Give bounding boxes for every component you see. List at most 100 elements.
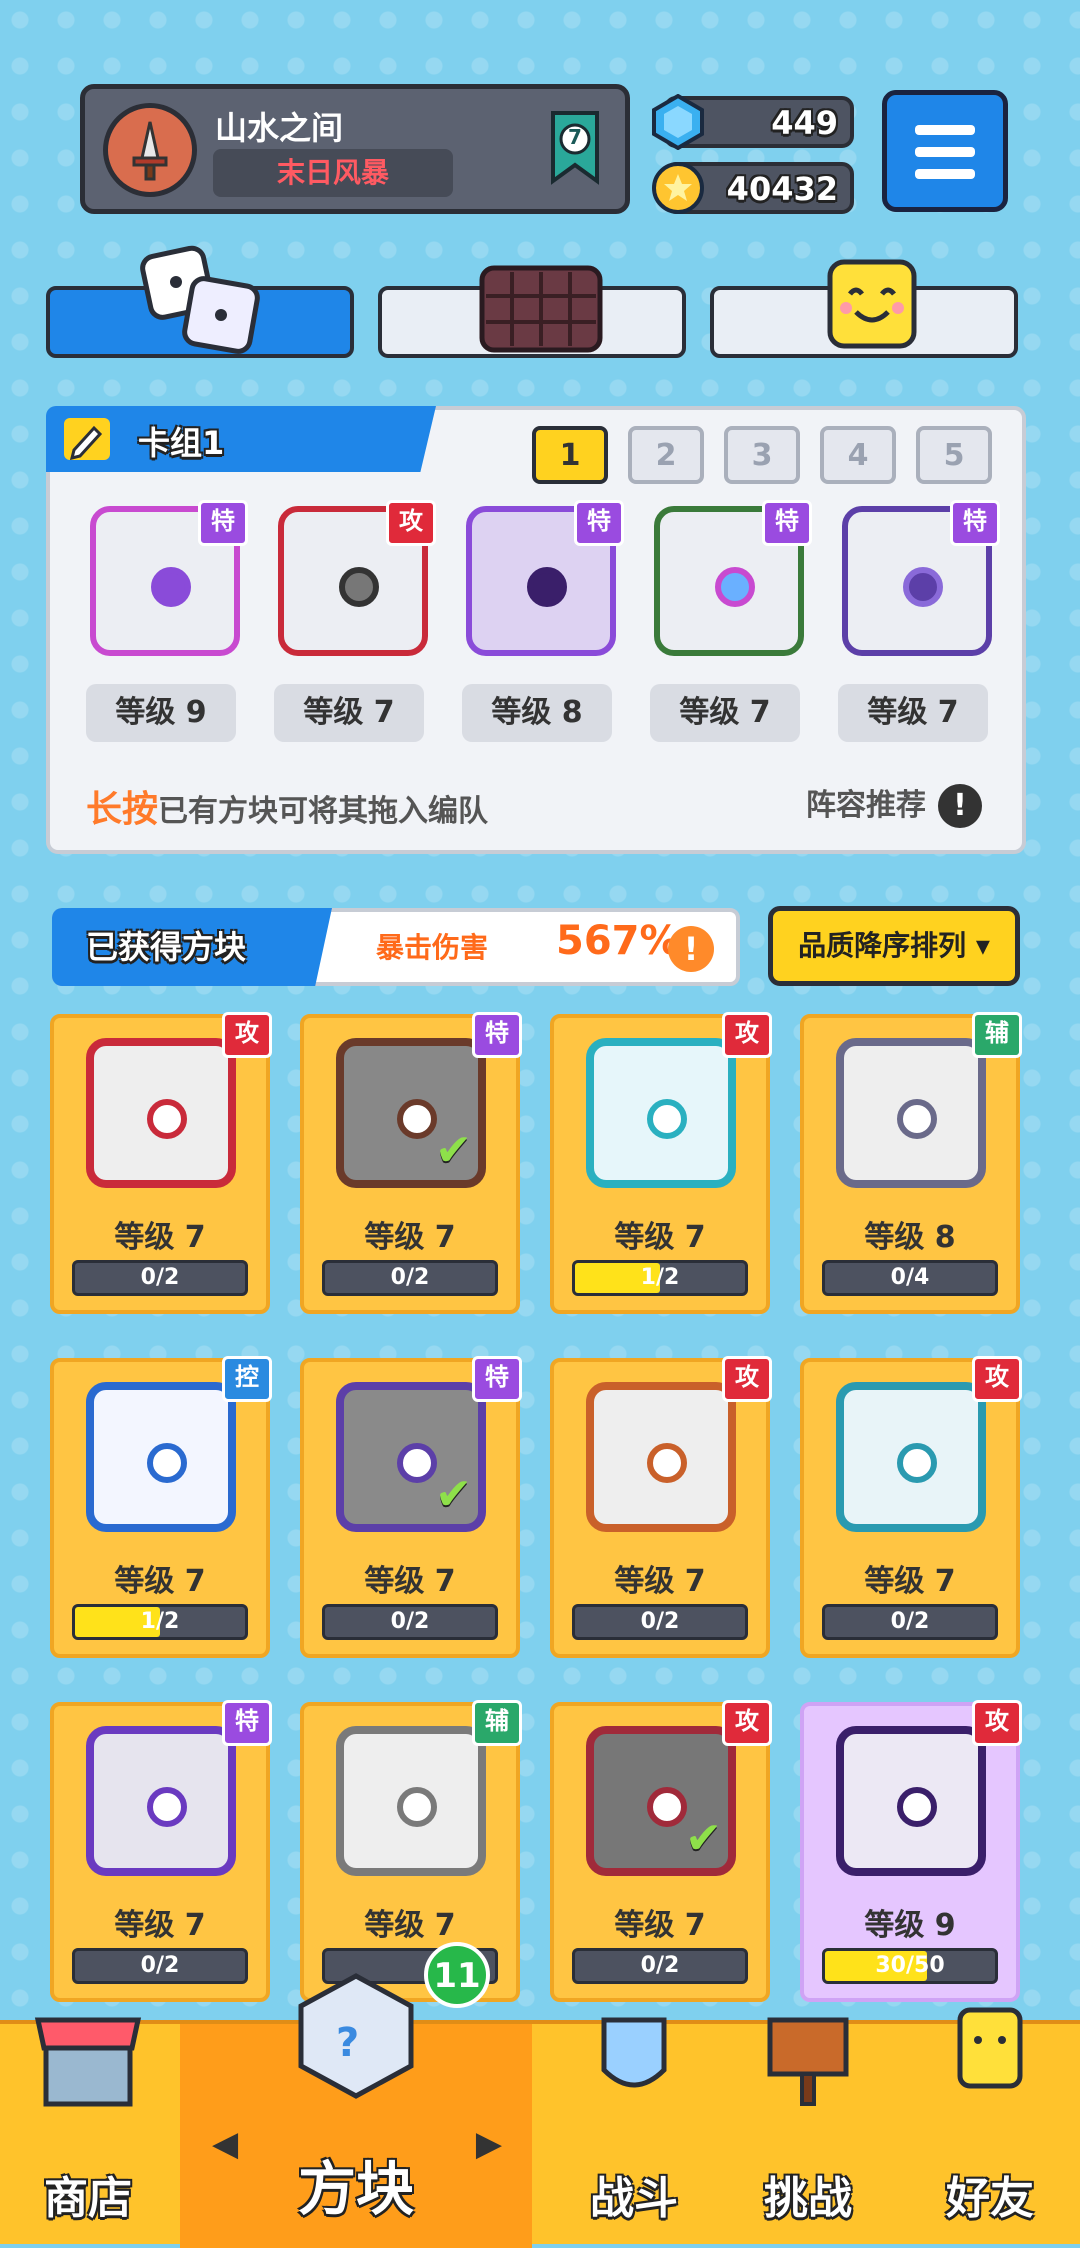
menu-button[interactable] — [882, 90, 1008, 212]
type-badge: 攻 — [722, 1700, 772, 1746]
block-core-icon — [147, 1099, 187, 1139]
type-badge: 特 — [222, 1700, 272, 1746]
crit-info-icon[interactable]: ! — [668, 926, 714, 972]
nav-blocks-label: 方块 — [297, 2155, 414, 2223]
nav-shop[interactable]: 商店 — [0, 2017, 176, 2248]
progress-text: 0/2 — [140, 1265, 180, 1290]
deck-slot-1[interactable]: 特 — [90, 500, 248, 656]
block-core-icon — [397, 1787, 437, 1827]
type-badge: 特 — [472, 1356, 522, 1402]
nav-friends[interactable]: 好友 — [900, 2007, 1080, 2248]
upgrade-progress-bar: 1/2 — [572, 1260, 748, 1296]
nav-battle[interactable]: 战斗 — [548, 2017, 720, 2248]
deck-tab-1[interactable]: 1 — [532, 426, 608, 484]
upgrade-progress-bar: 0/2 — [572, 1948, 748, 1984]
block-card-11[interactable]: ✔ 攻 等级 7 0/2 — [550, 1700, 772, 2002]
progress-text: 0/2 — [640, 1609, 680, 1634]
block-card-12[interactable]: 攻 等级 9 30/50 — [800, 1700, 1022, 2002]
block-card-9[interactable]: 特 等级 7 0/2 — [50, 1700, 272, 2002]
block-core-icon — [147, 1443, 187, 1483]
svg-text:?: ? — [336, 2020, 359, 2066]
rank-ribbon-icon[interactable]: 7 — [547, 109, 603, 187]
block-core-icon — [647, 1443, 687, 1483]
block-card-6[interactable]: ✔ 特 等级 7 0/2 — [300, 1356, 522, 1658]
type-badge: 特 — [762, 500, 812, 546]
type-badge: 辅 — [472, 1700, 522, 1746]
shop-icon — [34, 2017, 142, 2107]
tab-emoji[interactable] — [710, 259, 1018, 358]
nav-challenge-label: 挑战 — [764, 2173, 852, 2224]
block-card-7[interactable]: 攻 等级 7 0/2 — [550, 1356, 772, 1658]
coin-counter: 40432 — [652, 162, 854, 214]
block-card-5[interactable]: 控 等级 7 1/2 — [50, 1356, 272, 1658]
block-level: 等级 9 — [864, 1908, 956, 1943]
deck-slot-4[interactable]: 特 — [654, 500, 812, 656]
owned-header: 已获得方块 暴击伤害 567% ! — [52, 908, 740, 986]
upgrade-progress-bar: 0/4 — [822, 1260, 998, 1296]
gem-counter: 449 — [652, 94, 854, 150]
deck-slot-2[interactable]: 攻 — [278, 500, 436, 656]
type-badge: 控 — [222, 1356, 272, 1402]
upgrade-progress-bar: 1/2 — [72, 1604, 248, 1640]
deck-slot-5[interactable]: 特 — [842, 500, 1000, 656]
deck-tab-4[interactable]: 4 — [820, 426, 896, 484]
grid-board-icon — [479, 265, 603, 353]
block-core-icon — [397, 1443, 437, 1483]
player-profile-panel[interactable]: 山水之间 末日风暴 7 — [80, 84, 630, 214]
block-icon — [336, 1726, 486, 1876]
nav-battle-label: 战斗 — [590, 2173, 678, 2224]
block-icon: ✔ — [336, 1382, 486, 1532]
block-card-2[interactable]: ✔ 特 等级 7 0/2 — [300, 1012, 522, 1314]
deck-tab-2[interactable]: 2 — [628, 426, 704, 484]
block-level: 等级 7 — [114, 1220, 206, 1255]
crit-label: 暴击伤害 — [376, 931, 489, 964]
block-core-icon — [647, 1787, 687, 1827]
block-icon: ✔ — [586, 1726, 736, 1876]
mystery-cube-icon: ? — [298, 1973, 414, 2099]
block-card-10[interactable]: 辅 等级 7 — [300, 1700, 522, 2002]
crit-value: 567% — [556, 918, 680, 964]
block-icon: ✔ — [336, 1038, 486, 1188]
dice-icon — [140, 245, 260, 354]
sword-icon — [132, 121, 168, 181]
player-title: 末日风暴 — [213, 149, 453, 197]
block-card-3[interactable]: 攻 等级 7 1/2 — [550, 1012, 772, 1314]
sort-dropdown[interactable]: 品质降序排列 ▾ — [768, 906, 1020, 986]
progress-text: 0/2 — [140, 1953, 180, 1978]
type-badge: 特 — [950, 500, 1000, 546]
upgrade-progress-bar: 0/2 — [322, 1260, 498, 1296]
deck-slot-5-level: 等级 7 — [838, 684, 988, 742]
progress-text: 0/4 — [890, 1265, 930, 1290]
block-level: 等级 7 — [114, 1908, 206, 1943]
rainbow-orb-icon — [151, 567, 191, 607]
deck-header: 卡组1 — [46, 406, 436, 472]
block-card-1[interactable]: 攻 等级 7 0/2 — [50, 1012, 272, 1314]
upgrade-progress-bar: 0/2 — [322, 1604, 498, 1640]
edit-pencil-icon[interactable] — [64, 418, 110, 461]
block-card-4[interactable]: 辅 等级 8 0/4 — [800, 1012, 1022, 1314]
owned-label: 已获得方块 — [86, 928, 247, 966]
upgrade-progress-bar: 0/2 — [72, 1948, 248, 1984]
gem-icon — [652, 94, 704, 150]
deck-slot-3[interactable]: 特 — [466, 500, 624, 656]
tab-board[interactable] — [378, 265, 686, 358]
lineup-recommend-button[interactable]: 阵容推荐! — [806, 780, 982, 828]
type-badge: 特 — [574, 500, 624, 546]
progress-text: 1/2 — [140, 1609, 180, 1634]
nav-blocks[interactable]: ? ◀ ▶ 方块 — [180, 1973, 532, 2248]
deck-tab-5[interactable]: 5 — [916, 426, 992, 484]
tab-dice[interactable] — [46, 245, 354, 358]
deck-tab-3[interactable]: 3 — [724, 426, 800, 484]
block-card-8[interactable]: 攻 等级 7 0/2 — [800, 1356, 1022, 1658]
equipped-check-icon: ✔ — [685, 1813, 722, 1864]
recommend-label: 阵容推荐 — [806, 788, 926, 823]
player-avatar[interactable] — [103, 103, 197, 197]
block-level: 等级 7 — [614, 1564, 706, 1599]
block-core-icon — [897, 1787, 937, 1827]
block-icon — [836, 1038, 986, 1188]
nav-challenge[interactable]: 挑战 — [720, 2017, 896, 2248]
upgrade-progress-bar: 0/2 — [822, 1604, 998, 1640]
coin-icon — [652, 162, 704, 214]
type-badge: 攻 — [386, 500, 436, 546]
owned-label-bg: 已获得方块 — [52, 908, 332, 986]
